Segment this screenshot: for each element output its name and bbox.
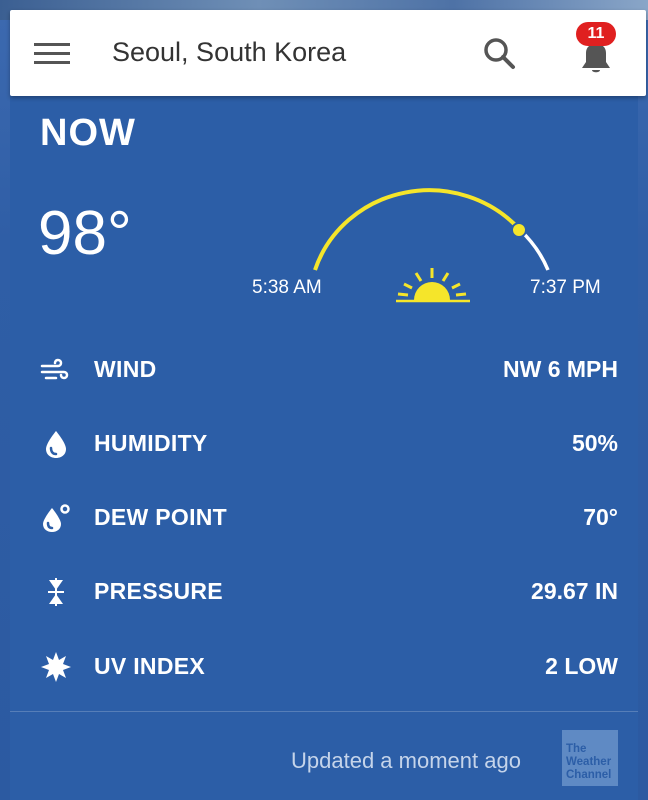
pressure-icon (48, 578, 64, 606)
current-temperature: 98° (38, 199, 132, 268)
condition-label: HUMIDITY (94, 430, 208, 456)
condition-value: 2 LOW (545, 653, 618, 679)
wind-icon (40, 358, 69, 380)
menu-icon-line (34, 61, 70, 64)
condition-row-wind: WIND NW 6 MPH (40, 348, 618, 388)
condition-label: PRESSURE (94, 578, 223, 604)
condition-row-humidity: HUMIDITY 50% (40, 422, 618, 462)
sunset-time: 7:37 PM (530, 277, 601, 298)
section-title: NOW (40, 112, 136, 154)
condition-value: 50% (571, 430, 618, 456)
location-title[interactable]: Seoul, South Korea (112, 37, 346, 68)
condition-row-dew-point: DEW POINT 70° (40, 496, 618, 536)
condition-value: NW 6 MPH (503, 356, 618, 382)
droplet-icon (46, 431, 66, 458)
sunrise-sun-icon (396, 268, 470, 303)
condition-label: UV INDEX (94, 653, 206, 679)
condition-row-pressure: PRESSURE 29.67 IN (40, 570, 618, 610)
notification-badge: 11 (576, 22, 616, 46)
search-icon (484, 38, 515, 69)
sun-path-arc-elapsed (313, 188, 522, 271)
app-bar: Seoul, South Korea (10, 10, 646, 96)
menu-icon-line (34, 52, 70, 55)
condition-row-uv-index: UV INDEX 2 LOW (40, 645, 618, 685)
sunrise-time: 5:38 AM (252, 277, 322, 298)
search-button[interactable] (480, 34, 520, 74)
uv-sun-icon (41, 652, 71, 682)
updated-status: Updated a moment ago (291, 748, 521, 773)
weather-channel-logo[interactable]: The Weather Channel (562, 730, 618, 786)
condition-value: 29.67 IN (531, 578, 618, 604)
condition-label: WIND (94, 356, 157, 382)
condition-label: DEW POINT (94, 504, 228, 530)
condition-value: 70° (583, 504, 618, 530)
dew-point-icon (43, 504, 70, 532)
footer-divider (10, 711, 638, 712)
menu-button[interactable] (34, 38, 74, 68)
sun-position-dot (511, 222, 527, 238)
menu-icon-line (34, 43, 70, 46)
